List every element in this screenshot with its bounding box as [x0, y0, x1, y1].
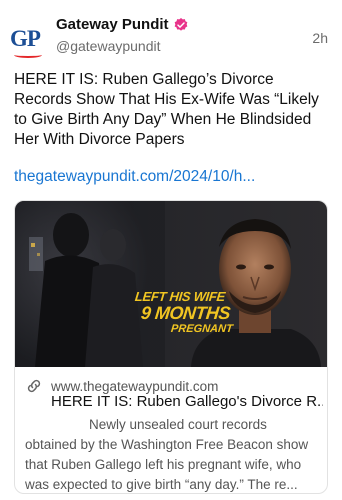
overlay-text-line3: PREGNANT [170, 323, 234, 335]
post-link[interactable]: thegatewaypundit.com/2024/10/h... [14, 168, 255, 186]
overlay-text-line1: LEFT HIS WIFE [134, 289, 226, 304]
verified-badge-icon [174, 17, 187, 31]
avatar-logo-text: GP [10, 26, 41, 51]
author-display-name[interactable]: Gateway Pundit [56, 16, 169, 33]
card-image: LEFT HIS WIFE 9 MONTHS PREGNANT [15, 201, 327, 367]
link-preview-card[interactable]: LEFT HIS WIFE 9 MONTHS PREGNANT www.theg… [14, 200, 328, 494]
post-header: GP Gateway Pundit @gatewaypundit 2h [0, 0, 342, 66]
post-text: HERE IT IS: Ruben Gallego’s Divorce Reco… [14, 71, 319, 148]
author-handle[interactable]: @gatewaypundit [56, 38, 161, 54]
name-row: Gateway Pundit [56, 16, 189, 33]
card-title[interactable]: HERE IT IS: Ruben Gallego's Divorce R... [51, 393, 323, 410]
overlay-text-line2: 9 MONTHS [140, 303, 232, 323]
card-image-art [15, 201, 327, 367]
card-description: Newly unsealed court records obtained by… [25, 417, 309, 492]
card-domain: www.thegatewaypundit.com [51, 378, 219, 394]
link-icon [27, 379, 41, 393]
avatar-swoosh [14, 52, 42, 58]
post-timestamp[interactable]: 2h [312, 30, 328, 46]
avatar[interactable]: GP [10, 22, 48, 60]
